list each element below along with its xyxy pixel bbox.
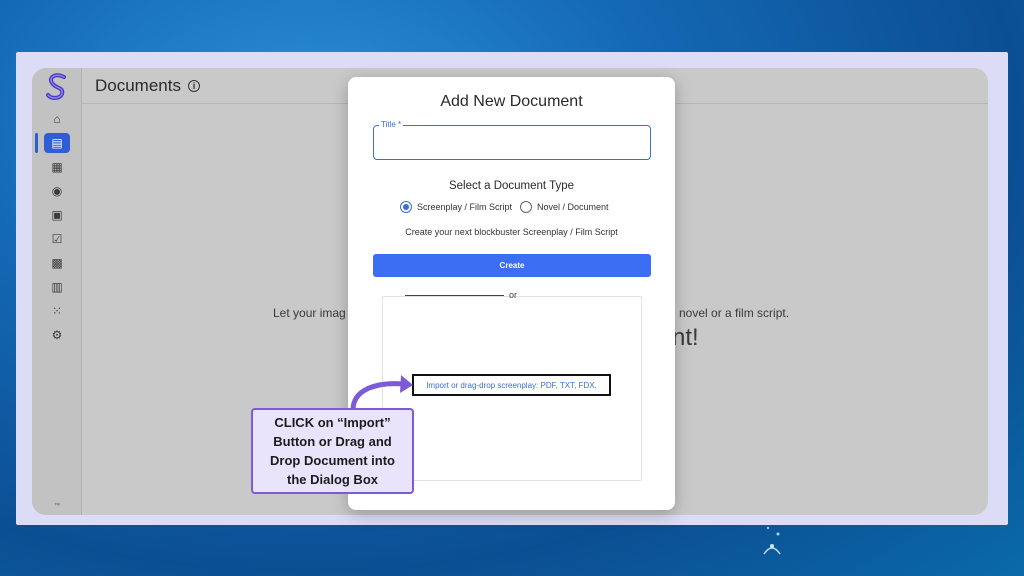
document-type-heading: Select a Document Type [448,180,575,192]
screenplay-radio-label[interactable]: Screenplay / Film Script [417,202,512,212]
document-icon[interactable]: ▤ [35,133,70,153]
or-divider [405,295,504,296]
instruction-callout: CLICK on “Import” Button or Drag and Dro… [251,408,414,494]
page-title: Documents [95,75,181,95]
title-field[interactable]: Title * [373,120,651,160]
background-subtitle-left: Let your imag [273,306,346,320]
background-subtitle-right: novel or a film script. [679,306,790,320]
or-label: or [509,290,518,300]
sidebar-footer: ™ [54,503,60,509]
bar-chart-icon[interactable]: ▥ [44,277,70,297]
title-input[interactable] [380,134,640,152]
grid-icon[interactable]: ⁙ [44,301,70,321]
checklist-icon[interactable]: ☑ [44,229,70,249]
app-logo [46,73,66,100]
import-link[interactable]: Import or drag-drop screenplay: PDF, TXT… [426,381,597,390]
gear-icon[interactable]: ⚙ [44,325,70,345]
novel-radio-label[interactable]: Novel / Document [537,202,609,212]
home-icon[interactable]: ⌂ [44,109,70,129]
create-button[interactable]: Create [373,254,651,277]
import-highlight-box: Import or drag-drop screenplay: PDF, TXT… [412,374,611,396]
sidebar: ⌂ ▤ ▦ ◉ ▣ ☑ ▩ ▥ ⁙ ⚙ ™ [32,68,82,515]
film-reel-icon[interactable]: ◉ [44,181,70,201]
water-splash-decoration [763,526,781,555]
clapperboard-icon[interactable]: ▦ [44,157,70,177]
curved-arrow-icon [350,375,413,412]
clipboard-clock-icon[interactable]: ▣ [44,205,70,225]
document-type-options: Screenplay / Film Script Novel / Documen… [400,201,617,213]
document-type-description: Create your next blockbuster Screenplay … [405,227,618,237]
background-heading: nt! [672,324,699,351]
novel-radio[interactable] [520,201,533,213]
screenplay-radio[interactable] [400,201,412,213]
contact-card-icon[interactable]: ▩ [44,253,70,273]
dialog-title: Add New Document [440,93,583,110]
title-field-label: Title * [379,120,404,129]
info-icon[interactable]: i [187,79,200,92]
